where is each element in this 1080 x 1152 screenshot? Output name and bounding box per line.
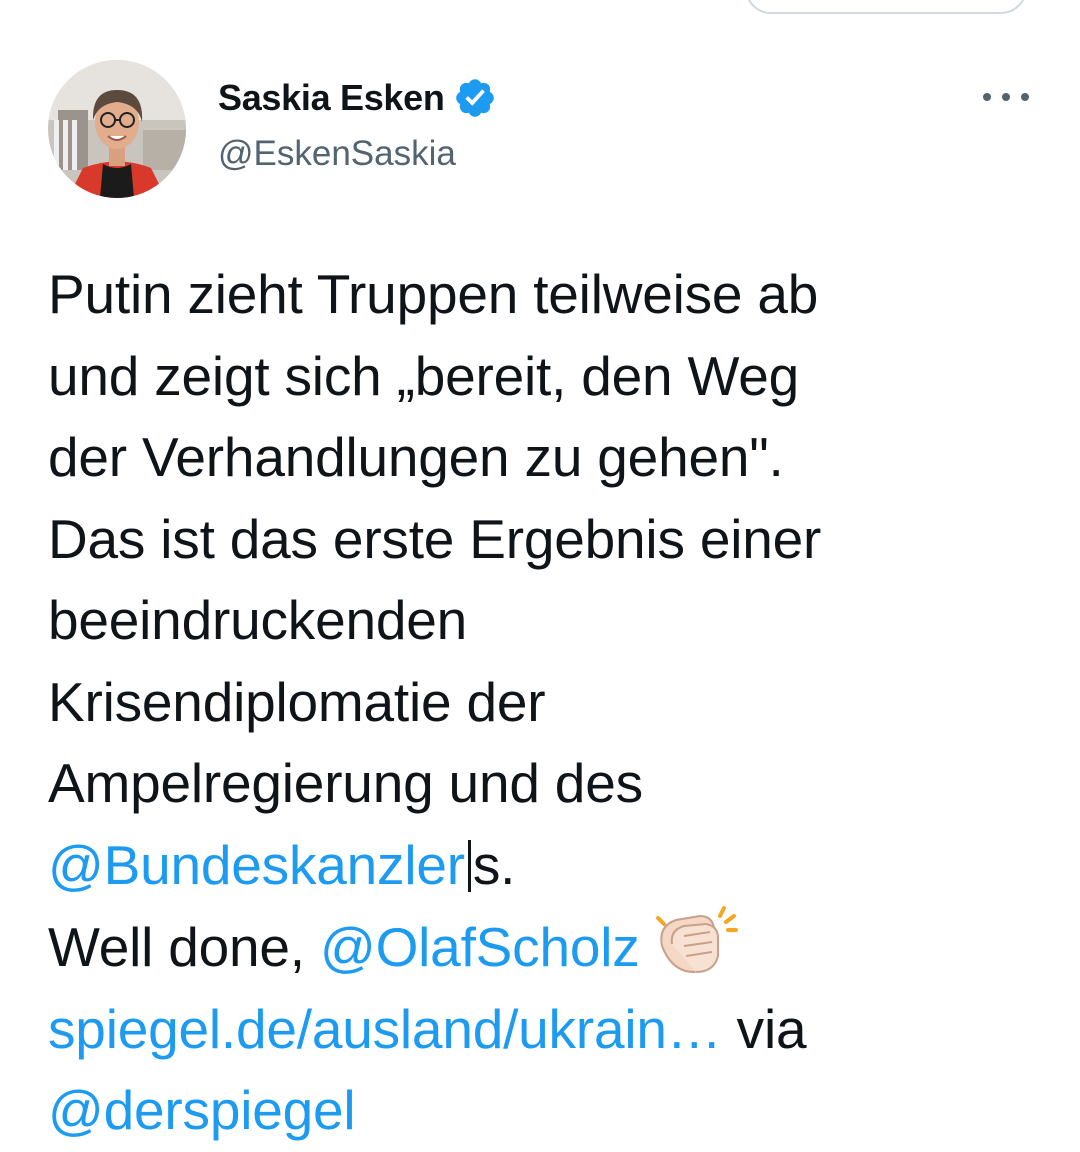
- mention-suffix: s.: [472, 833, 516, 896]
- tweet-line: beeindruckenden: [48, 589, 468, 651]
- tweet-line: Das ist das erste Ergebnis einer: [48, 507, 822, 570]
- article-link[interactable]: spiegel.de/ausland/ukrain…: [48, 998, 722, 1060]
- profile-photo-icon: [48, 60, 186, 198]
- tweet-line-partial: @derspiegel: [48, 1070, 1058, 1152]
- mention-derspiegel[interactable]: @derspiegel: [48, 1079, 356, 1141]
- tweet-text: Putin zieht Truppen teilweise ab und zei…: [48, 254, 1058, 1152]
- tweet-line-well-done: Well done, @OlafScholz: [48, 906, 1058, 989]
- tweet-line-link: spiegel.de/ausland/ukrain… via: [48, 989, 1058, 1071]
- avatar[interactable]: [48, 60, 186, 198]
- mention-olafscholz[interactable]: @OlafScholz: [320, 916, 640, 978]
- author-name-row[interactable]: Saskia Esken: [218, 76, 497, 120]
- verified-badge-icon: [453, 76, 497, 120]
- clapping-hands-emoji-icon: [654, 906, 738, 978]
- tweet-line: und zeigt sich „bereit, den Weg: [48, 344, 799, 407]
- follow-button[interactable]: [745, 0, 1027, 14]
- tweet-line: Krisendiplomatie der: [48, 670, 546, 733]
- display-name[interactable]: Saskia Esken: [218, 77, 445, 119]
- tweet-line: Putin zieht Truppen teilweise ab: [48, 263, 819, 325]
- well-done-text: Well done,: [48, 916, 320, 978]
- tweet-line-mention: @Bundeskanzler s.: [48, 825, 1058, 907]
- text-cursor: [467, 839, 471, 892]
- mention-bundeskanzler[interactable]: @Bundeskanzler: [48, 834, 465, 896]
- tweet-line: Ampelregierung und des: [48, 752, 643, 814]
- more-options-icon[interactable]: [983, 82, 1029, 112]
- tweet-line: der Verhandlungen zu gehen".: [48, 426, 784, 488]
- via-text: via: [721, 997, 807, 1060]
- user-handle[interactable]: @EskenSaskia: [218, 134, 456, 174]
